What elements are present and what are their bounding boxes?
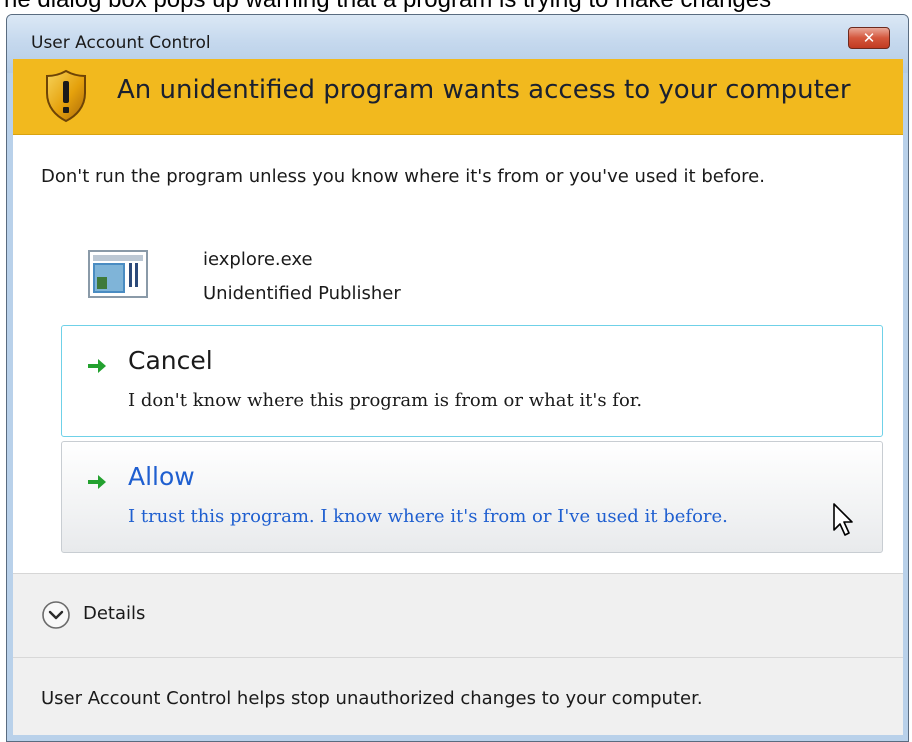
header-title: An unidentified program wants access to … bbox=[117, 75, 851, 105]
dialog-content: Don't run the program unless you know wh… bbox=[13, 135, 903, 573]
shield-warning-icon bbox=[46, 69, 86, 123]
chevron-down-icon[interactable] bbox=[41, 600, 71, 630]
cancel-title: Cancel bbox=[128, 346, 213, 375]
allow-button[interactable]: Allow I trust this program. I know where… bbox=[61, 441, 883, 553]
allow-subtitle: I trust this program. I know where it's … bbox=[128, 506, 728, 527]
program-name: iexplore.exe bbox=[203, 249, 313, 270]
arrow-right-icon bbox=[88, 359, 106, 373]
warning-header: An unidentified program wants access to … bbox=[13, 59, 903, 135]
program-icon bbox=[88, 250, 148, 298]
footer-message: User Account Control helps stop unauthor… bbox=[41, 688, 703, 709]
window-title: User Account Control bbox=[31, 33, 211, 53]
details-section: Details bbox=[13, 573, 903, 657]
publisher-name: Unidentified Publisher bbox=[203, 283, 401, 304]
cancel-button[interactable]: Cancel I don't know where this program i… bbox=[61, 325, 883, 437]
cropped-caption-text: he dialog box pops up warning that a pro… bbox=[0, 0, 912, 14]
mouse-cursor-icon bbox=[833, 503, 853, 536]
warning-message: Don't run the program unless you know wh… bbox=[41, 166, 765, 187]
uac-dialog: User Account Control ✕ An unidentified p… bbox=[6, 14, 909, 742]
details-toggle-label[interactable]: Details bbox=[83, 603, 145, 624]
dialog-footer: User Account Control helps stop unauthor… bbox=[13, 657, 903, 735]
arrow-right-icon bbox=[88, 475, 106, 489]
cancel-subtitle: I don't know where this program is from … bbox=[128, 390, 643, 411]
caption-fragment: he dialog box pops up warning that a pro… bbox=[4, 0, 771, 14]
close-icon: ✕ bbox=[862, 29, 876, 47]
allow-title: Allow bbox=[128, 462, 195, 491]
close-button[interactable]: ✕ bbox=[848, 27, 890, 49]
